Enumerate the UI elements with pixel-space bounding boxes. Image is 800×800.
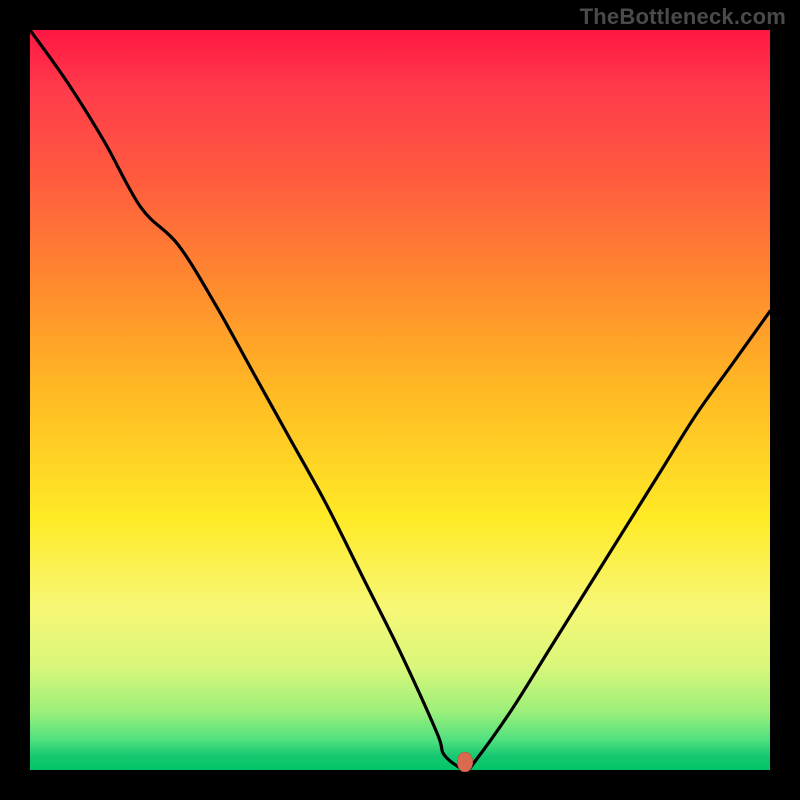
watermark-text: TheBottleneck.com [580,4,786,30]
plot-area [30,30,770,770]
bottleneck-curve-path [30,30,770,770]
chart-frame: TheBottleneck.com [0,0,800,800]
curve-svg [30,30,770,770]
optimal-marker [457,752,473,772]
